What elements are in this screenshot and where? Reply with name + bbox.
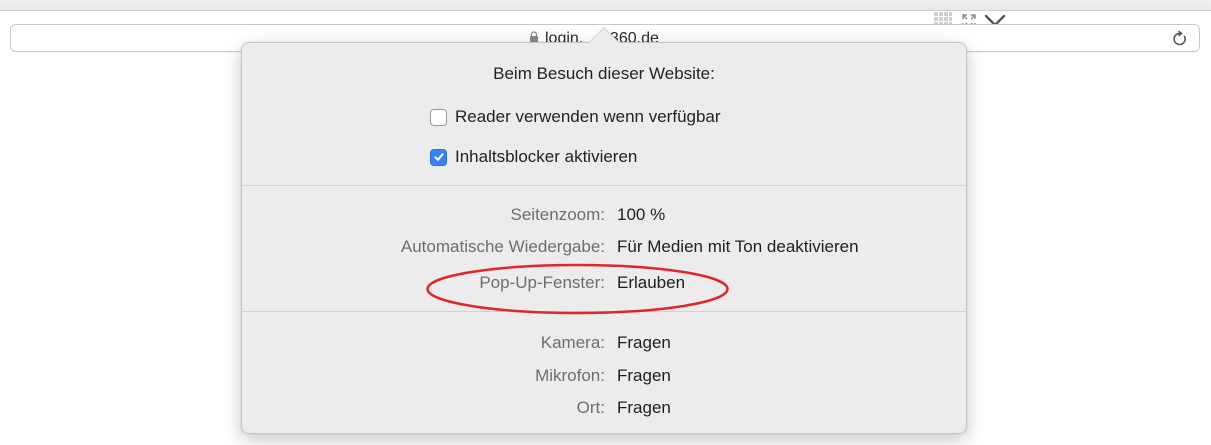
screenshot-stage: login. a360.de Beim Besuch dieser Websit… xyxy=(0,0,1211,445)
setting-label: Mikrofon: xyxy=(535,366,605,385)
checkmark-icon xyxy=(434,153,444,161)
content-blocker-checkbox[interactable] xyxy=(430,148,447,166)
setting-label: Pop-Up-Fenster: xyxy=(479,273,605,292)
setting-value[interactable]: Für Medien mit Ton deaktivieren xyxy=(617,237,859,257)
popover-arrow xyxy=(589,28,619,43)
setting-row-popups[interactable]: Pop-Up-Fenster: Erlauben xyxy=(242,273,966,299)
setting-value[interactable]: 100 % xyxy=(617,205,665,225)
setting-row-microphone[interactable]: Mikrofon: Fragen xyxy=(242,366,966,392)
popover-heading: Beim Besuch dieser Website: xyxy=(493,64,715,83)
reader-option[interactable]: Reader verwenden wenn verfügbar xyxy=(430,107,721,127)
setting-row-zoom[interactable]: Seitenzoom: 100 % xyxy=(242,205,966,231)
divider-1 xyxy=(242,185,966,186)
setting-value[interactable]: Erlauben xyxy=(617,273,685,293)
setting-label: Ort: xyxy=(576,398,605,417)
setting-label: Kamera: xyxy=(540,333,605,352)
setting-value[interactable]: Fragen xyxy=(617,366,671,386)
divider-2 xyxy=(242,311,966,312)
setting-row-autoplay[interactable]: Automatische Wiedergabe: Für Medien mit … xyxy=(242,237,966,263)
reader-checkbox[interactable] xyxy=(430,108,447,126)
content-blocker-option[interactable]: Inhaltsblocker aktivieren xyxy=(430,147,637,167)
website-settings-popover: Beim Besuch dieser Website: Reader verwe… xyxy=(241,42,967,434)
setting-label: Seitenzoom: xyxy=(510,205,606,224)
setting-row-location[interactable]: Ort: Fragen xyxy=(242,398,966,424)
content-blocker-option-label[interactable]: Inhaltsblocker aktivieren xyxy=(455,147,637,167)
setting-row-camera[interactable]: Kamera: Fragen xyxy=(242,333,966,359)
browser-top-strip xyxy=(0,0,1211,11)
setting-value[interactable]: Fragen xyxy=(617,398,671,418)
setting-label: Automatische Wiedergabe: xyxy=(400,237,605,256)
setting-value[interactable]: Fragen xyxy=(617,333,671,353)
reader-option-label[interactable]: Reader verwenden wenn verfügbar xyxy=(455,107,721,127)
reload-icon[interactable] xyxy=(1169,28,1191,50)
